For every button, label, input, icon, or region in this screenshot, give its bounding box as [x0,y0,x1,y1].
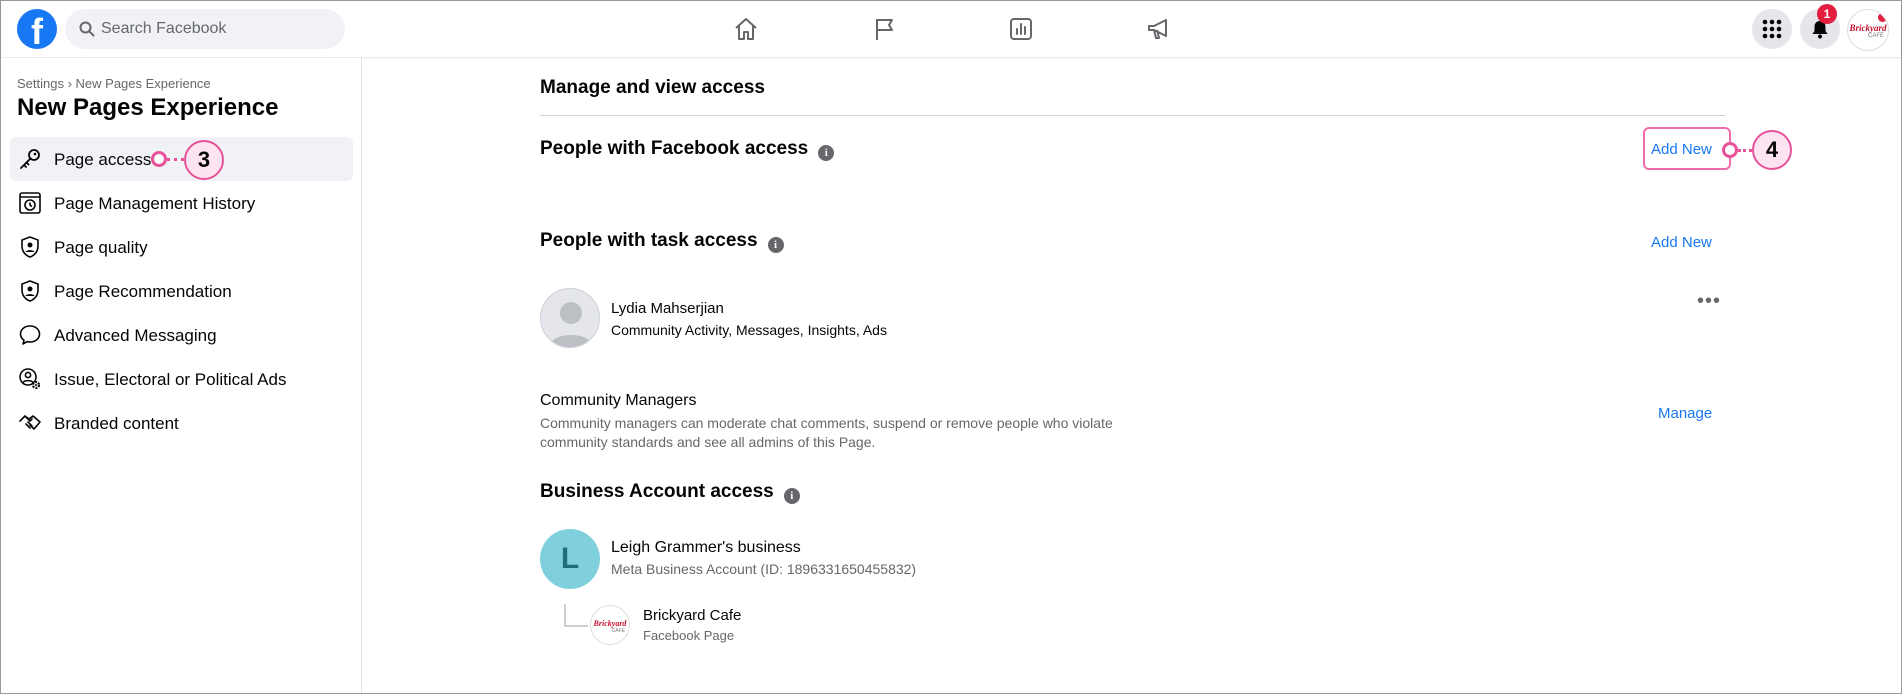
search-input[interactable] [101,9,331,49]
shield-person-icon [21,236,39,258]
avatar-status-dot [1878,13,1887,22]
search-icon [79,21,95,37]
facebook-access-title: People with Facebook access [540,138,809,159]
sidebar-item-label: Page Management History [54,194,256,213]
section-divider [540,115,1725,116]
page-avatar-brand-sub: CAFE [611,628,625,634]
sidebar-item-page-quality[interactable]: Page quality [10,225,353,269]
sidebar-item-label: Issue, Electoral or Political Ads [54,370,287,389]
sidebar-item-label: Page Recommendation [54,282,232,301]
chat-bubble-icon [19,325,41,345]
settings-sidebar: Settings › New Pages Experience New Page… [1,58,362,693]
community-managers-description: Community managers can moderate chat com… [540,415,1113,450]
account-avatar[interactable]: Brickyard CAFE [1847,9,1889,51]
sidebar-item-label: Branded content [54,414,179,433]
person-gear-icon [19,368,41,390]
home-icon[interactable] [730,13,762,45]
page-avatar: Brickyard CAFE [590,605,630,645]
top-navigation-bar: f 1 Brickyard CAFE [1,1,1901,57]
history-icon [19,192,41,214]
search-box[interactable] [65,9,345,49]
key-icon [20,149,40,169]
sidebar-item-page-management-history[interactable]: Page Management History [10,181,353,225]
flag-icon[interactable] [869,13,901,45]
community-managers-manage-button[interactable]: Manage [1658,405,1712,422]
notification-badge: 1 [1817,4,1837,24]
sidebar-item-advanced-messaging[interactable]: Advanced Messaging [10,313,353,357]
page-avatar-brand-text: Brickyard [593,619,627,628]
avatar-brand-sub: CAFE [1867,33,1884,39]
business-avatar: L [540,529,600,589]
sidebar-item-page-recommendation[interactable]: Page Recommendation [10,269,353,313]
callout-pointer-4 [1722,142,1738,158]
shield-person-icon [21,280,39,302]
task-access-heading: People with task access i [540,230,784,253]
default-person-icon [549,302,593,347]
facebook-access-add-new-button[interactable]: Add New [1651,141,1712,158]
page-type: Facebook Page [643,628,735,643]
sidebar-item-label: Advanced Messaging [54,326,217,345]
insights-icon[interactable] [1005,13,1037,45]
task-access-add-new-button[interactable]: Add New [1651,234,1712,251]
business-access-title: Business Account access [540,481,774,502]
sidebar-title: New Pages Experience [17,94,279,121]
megaphone-icon[interactable] [1143,13,1175,45]
facebook-access-heading: People with Facebook access i [540,138,835,161]
callout-connector-4 [1738,149,1752,152]
sidebar-item-label: Page quality [54,238,148,257]
callout-pointer-3 [151,151,167,167]
business-name[interactable]: Leigh Grammer's business [611,539,801,557]
task-access-title: People with task access [540,230,758,251]
tree-connector [564,604,588,627]
info-icon[interactable]: i [783,488,800,504]
section-title: Manage and view access [540,77,765,98]
business-account-id: Meta Business Account (ID: 1896331650455… [611,561,917,577]
facebook-logo-icon[interactable]: f [17,9,57,49]
handshake-icon [19,415,41,430]
community-managers-title: Community Managers [540,392,697,409]
sidebar-item-branded-content[interactable]: Branded content [10,401,353,445]
sidebar-item-political-ads[interactable]: Issue, Electoral or Political Ads [10,357,353,401]
sidebar-item-label: Page access [54,150,152,169]
person-avatar [540,288,600,348]
person-tasks: Community Activity, Messages, Insights, … [611,322,887,338]
person-name[interactable]: Lydia Mahserjian [611,300,724,317]
more-options-button[interactable]: ••• [1697,290,1721,313]
page-name[interactable]: Brickyard Cafe [643,607,741,624]
info-icon[interactable]: i [767,237,784,253]
info-icon[interactable]: i [818,145,835,161]
callout-step-4: 4 [1752,130,1792,170]
breadcrumb[interactable]: Settings › New Pages Experience [17,76,211,91]
business-access-heading: Business Account access i [540,481,800,504]
avatar-brand-text: Brickyard [1849,23,1887,33]
callout-connector-3 [167,158,184,161]
grid-icon [1762,19,1782,39]
callout-step-3: 3 [184,140,224,180]
menu-grid-button[interactable] [1752,9,1792,49]
